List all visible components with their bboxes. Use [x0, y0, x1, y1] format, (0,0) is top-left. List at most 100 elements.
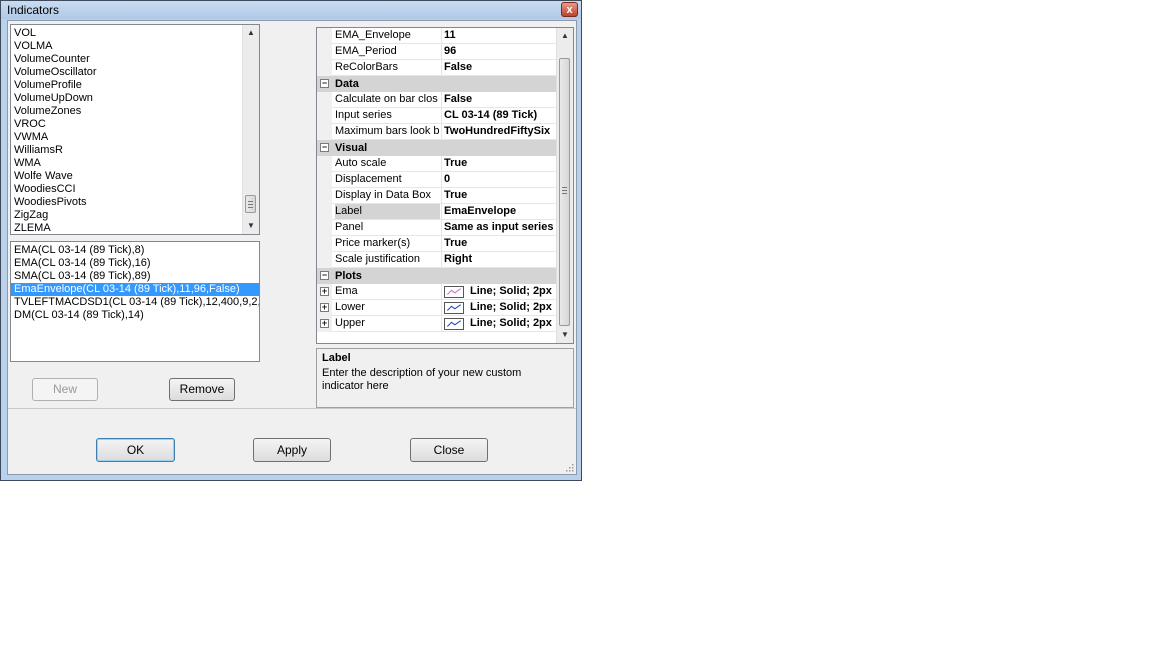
- property-value[interactable]: False: [441, 60, 561, 75]
- list-item[interactable]: WilliamsR: [11, 144, 244, 157]
- new-button[interactable]: New: [32, 378, 98, 401]
- category-label: Plots: [335, 270, 362, 282]
- property-row[interactable]: Price marker(s) True: [317, 236, 558, 252]
- list-item[interactable]: EMA(CL 03-14 (89 Tick),16): [11, 257, 259, 270]
- property-row[interactable]: Maximum bars look b TwoHundredFiftySix: [317, 124, 558, 140]
- property-row[interactable]: + Upper Line; Solid; 2px: [317, 316, 558, 332]
- list-item[interactable]: TVLEFTMACDSD1(CL 03-14 (89 Tick),12,400,…: [11, 296, 259, 309]
- list-item[interactable]: VOL: [11, 27, 244, 40]
- applied-indicators-list[interactable]: EMA(CL 03-14 (89 Tick),8) EMA(CL 03-14 (8…: [10, 241, 260, 362]
- list-item[interactable]: VOLMA: [11, 40, 244, 53]
- property-row[interactable]: EMA_Envelope 11: [317, 28, 558, 44]
- property-name: EMA_Envelope: [335, 29, 411, 41]
- property-name: Upper: [335, 317, 365, 329]
- property-row[interactable]: EMA_Period 96: [317, 44, 558, 60]
- scroll-up-arrow-icon[interactable]: ▲: [243, 25, 259, 41]
- property-value[interactable]: 0: [441, 172, 561, 187]
- line-style-swatch-icon: [444, 286, 464, 298]
- property-value[interactable]: EmaEnvelope: [441, 204, 561, 219]
- title-bar[interactable]: Indicators x: [1, 1, 581, 19]
- apply-button[interactable]: Apply: [253, 438, 331, 462]
- list-item[interactable]: ZLEMA: [11, 222, 244, 234]
- property-name: Input series: [335, 109, 392, 121]
- list-item[interactable]: EMA(CL 03-14 (89 Tick),8): [11, 244, 259, 257]
- property-name: Lower: [335, 301, 365, 313]
- property-name: Price marker(s): [335, 237, 411, 249]
- list-item[interactable]: VolumeUpDown: [11, 92, 244, 105]
- dialog-body: VOL VOLMA VolumeCounter VolumeOscillator Vol…: [7, 20, 577, 475]
- property-value[interactable]: 11: [441, 28, 561, 43]
- property-value[interactable]: Line; Solid; 2px: [441, 316, 561, 331]
- scroll-thumb[interactable]: [559, 58, 570, 326]
- list-item[interactable]: VolumeProfile: [11, 79, 244, 92]
- category-data[interactable]: − Data: [317, 76, 558, 92]
- property-value[interactable]: True: [441, 156, 561, 171]
- list-item[interactable]: WoodiesPivots: [11, 196, 244, 209]
- list-item[interactable]: VolumeZones: [11, 105, 244, 118]
- property-grid-scrollbar[interactable]: ▲ ▼: [556, 28, 573, 343]
- category-visual[interactable]: − Visual: [317, 140, 558, 156]
- property-value[interactable]: CL 03-14 (89 Tick): [441, 108, 561, 123]
- property-value[interactable]: Same as input series: [441, 220, 561, 235]
- expand-icon[interactable]: +: [320, 319, 329, 328]
- description-title: Label: [322, 352, 351, 364]
- property-name: Display in Data Box: [335, 189, 431, 201]
- scroll-down-arrow-icon[interactable]: ▼: [243, 218, 259, 234]
- property-row[interactable]: Panel Same as input series: [317, 220, 558, 236]
- property-value[interactable]: True: [441, 236, 561, 251]
- close-button[interactable]: Close: [410, 438, 488, 462]
- property-row[interactable]: + Lower Line; Solid; 2px: [317, 300, 558, 316]
- available-indicators-list[interactable]: VOL VOLMA VolumeCounter VolumeOscillator Vol…: [10, 24, 260, 235]
- property-row[interactable]: Auto scale True: [317, 156, 558, 172]
- remove-button[interactable]: Remove: [169, 378, 235, 401]
- close-window-button[interactable]: x: [561, 2, 578, 17]
- line-style-swatch-icon: [444, 318, 464, 330]
- property-row[interactable]: + Ema Line; Solid; 2px: [317, 284, 558, 300]
- property-row[interactable]: Calculate on bar clos False: [317, 92, 558, 108]
- property-name: Label: [335, 204, 440, 219]
- property-value[interactable]: Right: [441, 252, 561, 267]
- list-item[interactable]: VWMA: [11, 131, 244, 144]
- expand-icon[interactable]: +: [320, 287, 329, 296]
- available-list-scrollbar[interactable]: ▲ ▼: [242, 25, 259, 234]
- list-item[interactable]: VolumeCounter: [11, 53, 244, 66]
- property-grid[interactable]: EMA_Envelope 11 EMA_Period 96 ReColorBars Fal…: [316, 27, 574, 344]
- property-row[interactable]: Label EmaEnvelope: [317, 204, 558, 220]
- property-name: EMA_Period: [335, 45, 397, 57]
- property-value[interactable]: True: [441, 188, 561, 203]
- list-item[interactable]: ZigZag: [11, 209, 244, 222]
- list-item[interactable]: SMA(CL 03-14 (89 Tick),89): [11, 270, 259, 283]
- collapse-icon[interactable]: −: [320, 79, 329, 88]
- property-row[interactable]: Scale justification Right: [317, 252, 558, 268]
- scroll-thumb[interactable]: [245, 195, 256, 213]
- property-value[interactable]: Line; Solid; 2px: [441, 300, 561, 315]
- property-row[interactable]: Input series CL 03-14 (89 Tick): [317, 108, 558, 124]
- property-name: Panel: [335, 221, 364, 233]
- property-row[interactable]: Displacement 0: [317, 172, 558, 188]
- property-value[interactable]: TwoHundredFiftySix: [441, 124, 561, 139]
- property-value[interactable]: Line; Solid; 2px: [441, 284, 561, 299]
- list-item-selected[interactable]: EmaEnvelope(CL 03-14 (89 Tick),11,96,Fal…: [11, 283, 259, 296]
- property-value[interactable]: 96: [441, 44, 561, 59]
- resize-grip-icon[interactable]: [564, 462, 574, 472]
- indicators-dialog: Indicators x VOL VOLMA VolumeCounter Volume…: [0, 0, 582, 481]
- category-plots[interactable]: − Plots: [317, 268, 558, 284]
- collapse-icon[interactable]: −: [320, 271, 329, 280]
- scroll-up-arrow-icon[interactable]: ▲: [557, 28, 573, 44]
- list-item[interactable]: VolumeOscillator: [11, 66, 244, 79]
- property-description-panel: Label Enter the description of your new …: [316, 348, 574, 408]
- property-value[interactable]: False: [441, 92, 561, 107]
- collapse-icon[interactable]: −: [320, 143, 329, 152]
- property-name: Scale justification: [335, 253, 420, 265]
- list-item[interactable]: DM(CL 03-14 (89 Tick),14): [11, 309, 259, 322]
- expand-icon[interactable]: +: [320, 303, 329, 312]
- list-item[interactable]: WMA: [11, 157, 244, 170]
- scroll-down-arrow-icon[interactable]: ▼: [557, 327, 573, 343]
- divider: [8, 408, 576, 409]
- property-row[interactable]: Display in Data Box True: [317, 188, 558, 204]
- list-item[interactable]: VROC: [11, 118, 244, 131]
- ok-button[interactable]: OK: [96, 438, 175, 462]
- list-item[interactable]: Wolfe Wave: [11, 170, 244, 183]
- list-item[interactable]: WoodiesCCI: [11, 183, 244, 196]
- property-row[interactable]: ReColorBars False: [317, 60, 558, 76]
